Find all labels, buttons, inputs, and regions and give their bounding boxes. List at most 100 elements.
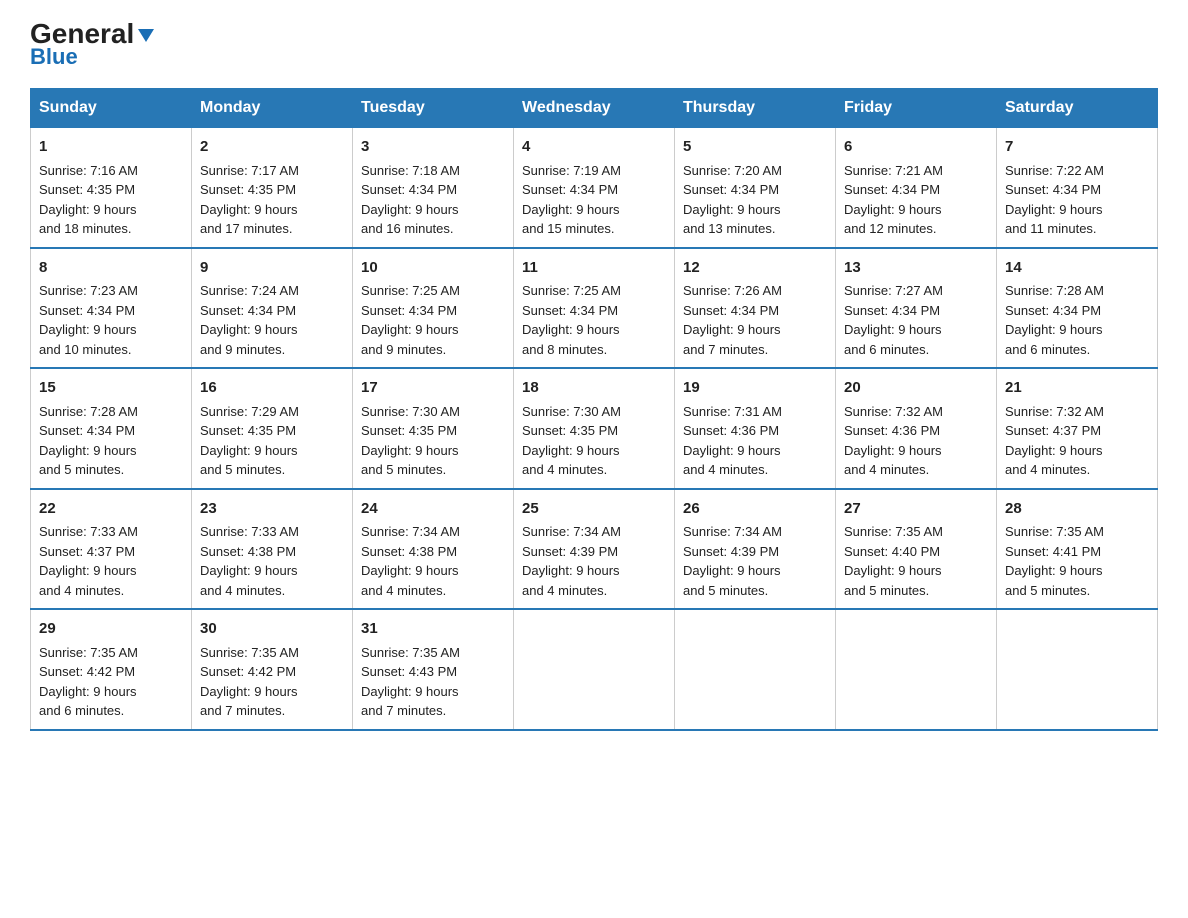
calendar-cell: 28Sunrise: 7:35 AMSunset: 4:41 PMDayligh… bbox=[997, 489, 1158, 610]
header-thursday: Thursday bbox=[675, 89, 836, 128]
calendar-cell bbox=[836, 609, 997, 730]
day-info: Sunrise: 7:21 AMSunset: 4:34 PMDaylight:… bbox=[844, 161, 988, 239]
day-number: 30 bbox=[200, 618, 344, 641]
day-info: Sunrise: 7:27 AMSunset: 4:34 PMDaylight:… bbox=[844, 281, 988, 359]
day-number: 8 bbox=[39, 257, 183, 280]
day-number: 31 bbox=[361, 618, 505, 641]
calendar-cell: 22Sunrise: 7:33 AMSunset: 4:37 PMDayligh… bbox=[31, 489, 192, 610]
day-info: Sunrise: 7:25 AMSunset: 4:34 PMDaylight:… bbox=[522, 281, 666, 359]
calendar-cell: 14Sunrise: 7:28 AMSunset: 4:34 PMDayligh… bbox=[997, 248, 1158, 369]
day-info: Sunrise: 7:35 AMSunset: 4:42 PMDaylight:… bbox=[39, 643, 183, 721]
day-number: 18 bbox=[522, 377, 666, 400]
day-number: 16 bbox=[200, 377, 344, 400]
day-info: Sunrise: 7:24 AMSunset: 4:34 PMDaylight:… bbox=[200, 281, 344, 359]
day-number: 6 bbox=[844, 136, 988, 159]
calendar-cell: 5Sunrise: 7:20 AMSunset: 4:34 PMDaylight… bbox=[675, 128, 836, 248]
calendar-cell: 9Sunrise: 7:24 AMSunset: 4:34 PMDaylight… bbox=[192, 248, 353, 369]
day-number: 14 bbox=[1005, 257, 1149, 280]
day-info: Sunrise: 7:28 AMSunset: 4:34 PMDaylight:… bbox=[1005, 281, 1149, 359]
calendar-cell: 16Sunrise: 7:29 AMSunset: 4:35 PMDayligh… bbox=[192, 368, 353, 489]
logo: General Blue bbox=[30, 20, 154, 70]
day-info: Sunrise: 7:35 AMSunset: 4:43 PMDaylight:… bbox=[361, 643, 505, 721]
day-number: 11 bbox=[522, 257, 666, 280]
day-number: 2 bbox=[200, 136, 344, 159]
day-number: 3 bbox=[361, 136, 505, 159]
header-friday: Friday bbox=[836, 89, 997, 128]
day-info: Sunrise: 7:23 AMSunset: 4:34 PMDaylight:… bbox=[39, 281, 183, 359]
calendar-cell bbox=[675, 609, 836, 730]
logo-blue: Blue bbox=[30, 44, 78, 70]
calendar-cell: 21Sunrise: 7:32 AMSunset: 4:37 PMDayligh… bbox=[997, 368, 1158, 489]
day-number: 29 bbox=[39, 618, 183, 641]
day-number: 13 bbox=[844, 257, 988, 280]
day-info: Sunrise: 7:33 AMSunset: 4:37 PMDaylight:… bbox=[39, 522, 183, 600]
day-number: 25 bbox=[522, 498, 666, 521]
day-number: 15 bbox=[39, 377, 183, 400]
day-info: Sunrise: 7:32 AMSunset: 4:36 PMDaylight:… bbox=[844, 402, 988, 480]
header-saturday: Saturday bbox=[997, 89, 1158, 128]
day-info: Sunrise: 7:19 AMSunset: 4:34 PMDaylight:… bbox=[522, 161, 666, 239]
calendar-cell: 27Sunrise: 7:35 AMSunset: 4:40 PMDayligh… bbox=[836, 489, 997, 610]
day-number: 7 bbox=[1005, 136, 1149, 159]
calendar-cell: 10Sunrise: 7:25 AMSunset: 4:34 PMDayligh… bbox=[353, 248, 514, 369]
week-row-1: 1Sunrise: 7:16 AMSunset: 4:35 PMDaylight… bbox=[31, 128, 1158, 248]
day-info: Sunrise: 7:34 AMSunset: 4:39 PMDaylight:… bbox=[683, 522, 827, 600]
day-number: 5 bbox=[683, 136, 827, 159]
calendar-cell: 7Sunrise: 7:22 AMSunset: 4:34 PMDaylight… bbox=[997, 128, 1158, 248]
day-number: 22 bbox=[39, 498, 183, 521]
calendar-cell: 25Sunrise: 7:34 AMSunset: 4:39 PMDayligh… bbox=[514, 489, 675, 610]
calendar-cell: 31Sunrise: 7:35 AMSunset: 4:43 PMDayligh… bbox=[353, 609, 514, 730]
day-info: Sunrise: 7:18 AMSunset: 4:34 PMDaylight:… bbox=[361, 161, 505, 239]
day-info: Sunrise: 7:26 AMSunset: 4:34 PMDaylight:… bbox=[683, 281, 827, 359]
calendar-cell: 18Sunrise: 7:30 AMSunset: 4:35 PMDayligh… bbox=[514, 368, 675, 489]
calendar-cell: 8Sunrise: 7:23 AMSunset: 4:34 PMDaylight… bbox=[31, 248, 192, 369]
calendar-cell bbox=[514, 609, 675, 730]
day-number: 12 bbox=[683, 257, 827, 280]
day-number: 1 bbox=[39, 136, 183, 159]
calendar-cell: 13Sunrise: 7:27 AMSunset: 4:34 PMDayligh… bbox=[836, 248, 997, 369]
header-sunday: Sunday bbox=[31, 89, 192, 128]
day-info: Sunrise: 7:35 AMSunset: 4:41 PMDaylight:… bbox=[1005, 522, 1149, 600]
calendar-header-row: SundayMondayTuesdayWednesdayThursdayFrid… bbox=[31, 89, 1158, 128]
calendar-cell: 19Sunrise: 7:31 AMSunset: 4:36 PMDayligh… bbox=[675, 368, 836, 489]
calendar-cell: 24Sunrise: 7:34 AMSunset: 4:38 PMDayligh… bbox=[353, 489, 514, 610]
day-info: Sunrise: 7:35 AMSunset: 4:42 PMDaylight:… bbox=[200, 643, 344, 721]
day-number: 10 bbox=[361, 257, 505, 280]
day-info: Sunrise: 7:33 AMSunset: 4:38 PMDaylight:… bbox=[200, 522, 344, 600]
calendar-cell: 23Sunrise: 7:33 AMSunset: 4:38 PMDayligh… bbox=[192, 489, 353, 610]
day-info: Sunrise: 7:31 AMSunset: 4:36 PMDaylight:… bbox=[683, 402, 827, 480]
week-row-2: 8Sunrise: 7:23 AMSunset: 4:34 PMDaylight… bbox=[31, 248, 1158, 369]
calendar-table: SundayMondayTuesdayWednesdayThursdayFrid… bbox=[30, 88, 1158, 731]
calendar-cell: 15Sunrise: 7:28 AMSunset: 4:34 PMDayligh… bbox=[31, 368, 192, 489]
calendar-cell: 17Sunrise: 7:30 AMSunset: 4:35 PMDayligh… bbox=[353, 368, 514, 489]
day-info: Sunrise: 7:30 AMSunset: 4:35 PMDaylight:… bbox=[522, 402, 666, 480]
calendar-cell: 12Sunrise: 7:26 AMSunset: 4:34 PMDayligh… bbox=[675, 248, 836, 369]
day-info: Sunrise: 7:30 AMSunset: 4:35 PMDaylight:… bbox=[361, 402, 505, 480]
day-info: Sunrise: 7:17 AMSunset: 4:35 PMDaylight:… bbox=[200, 161, 344, 239]
header-wednesday: Wednesday bbox=[514, 89, 675, 128]
day-info: Sunrise: 7:20 AMSunset: 4:34 PMDaylight:… bbox=[683, 161, 827, 239]
day-number: 28 bbox=[1005, 498, 1149, 521]
calendar-cell: 6Sunrise: 7:21 AMSunset: 4:34 PMDaylight… bbox=[836, 128, 997, 248]
calendar-cell: 1Sunrise: 7:16 AMSunset: 4:35 PMDaylight… bbox=[31, 128, 192, 248]
day-number: 4 bbox=[522, 136, 666, 159]
day-number: 17 bbox=[361, 377, 505, 400]
calendar-cell: 11Sunrise: 7:25 AMSunset: 4:34 PMDayligh… bbox=[514, 248, 675, 369]
day-number: 21 bbox=[1005, 377, 1149, 400]
day-info: Sunrise: 7:22 AMSunset: 4:34 PMDaylight:… bbox=[1005, 161, 1149, 239]
day-info: Sunrise: 7:29 AMSunset: 4:35 PMDaylight:… bbox=[200, 402, 344, 480]
week-row-4: 22Sunrise: 7:33 AMSunset: 4:37 PMDayligh… bbox=[31, 489, 1158, 610]
day-info: Sunrise: 7:16 AMSunset: 4:35 PMDaylight:… bbox=[39, 161, 183, 239]
day-number: 23 bbox=[200, 498, 344, 521]
day-info: Sunrise: 7:34 AMSunset: 4:39 PMDaylight:… bbox=[522, 522, 666, 600]
day-info: Sunrise: 7:28 AMSunset: 4:34 PMDaylight:… bbox=[39, 402, 183, 480]
day-info: Sunrise: 7:32 AMSunset: 4:37 PMDaylight:… bbox=[1005, 402, 1149, 480]
calendar-cell: 20Sunrise: 7:32 AMSunset: 4:36 PMDayligh… bbox=[836, 368, 997, 489]
day-info: Sunrise: 7:25 AMSunset: 4:34 PMDaylight:… bbox=[361, 281, 505, 359]
day-info: Sunrise: 7:34 AMSunset: 4:38 PMDaylight:… bbox=[361, 522, 505, 600]
week-row-5: 29Sunrise: 7:35 AMSunset: 4:42 PMDayligh… bbox=[31, 609, 1158, 730]
calendar-cell: 2Sunrise: 7:17 AMSunset: 4:35 PMDaylight… bbox=[192, 128, 353, 248]
calendar-cell: 3Sunrise: 7:18 AMSunset: 4:34 PMDaylight… bbox=[353, 128, 514, 248]
page-header: General Blue bbox=[30, 20, 1158, 70]
calendar-cell: 26Sunrise: 7:34 AMSunset: 4:39 PMDayligh… bbox=[675, 489, 836, 610]
